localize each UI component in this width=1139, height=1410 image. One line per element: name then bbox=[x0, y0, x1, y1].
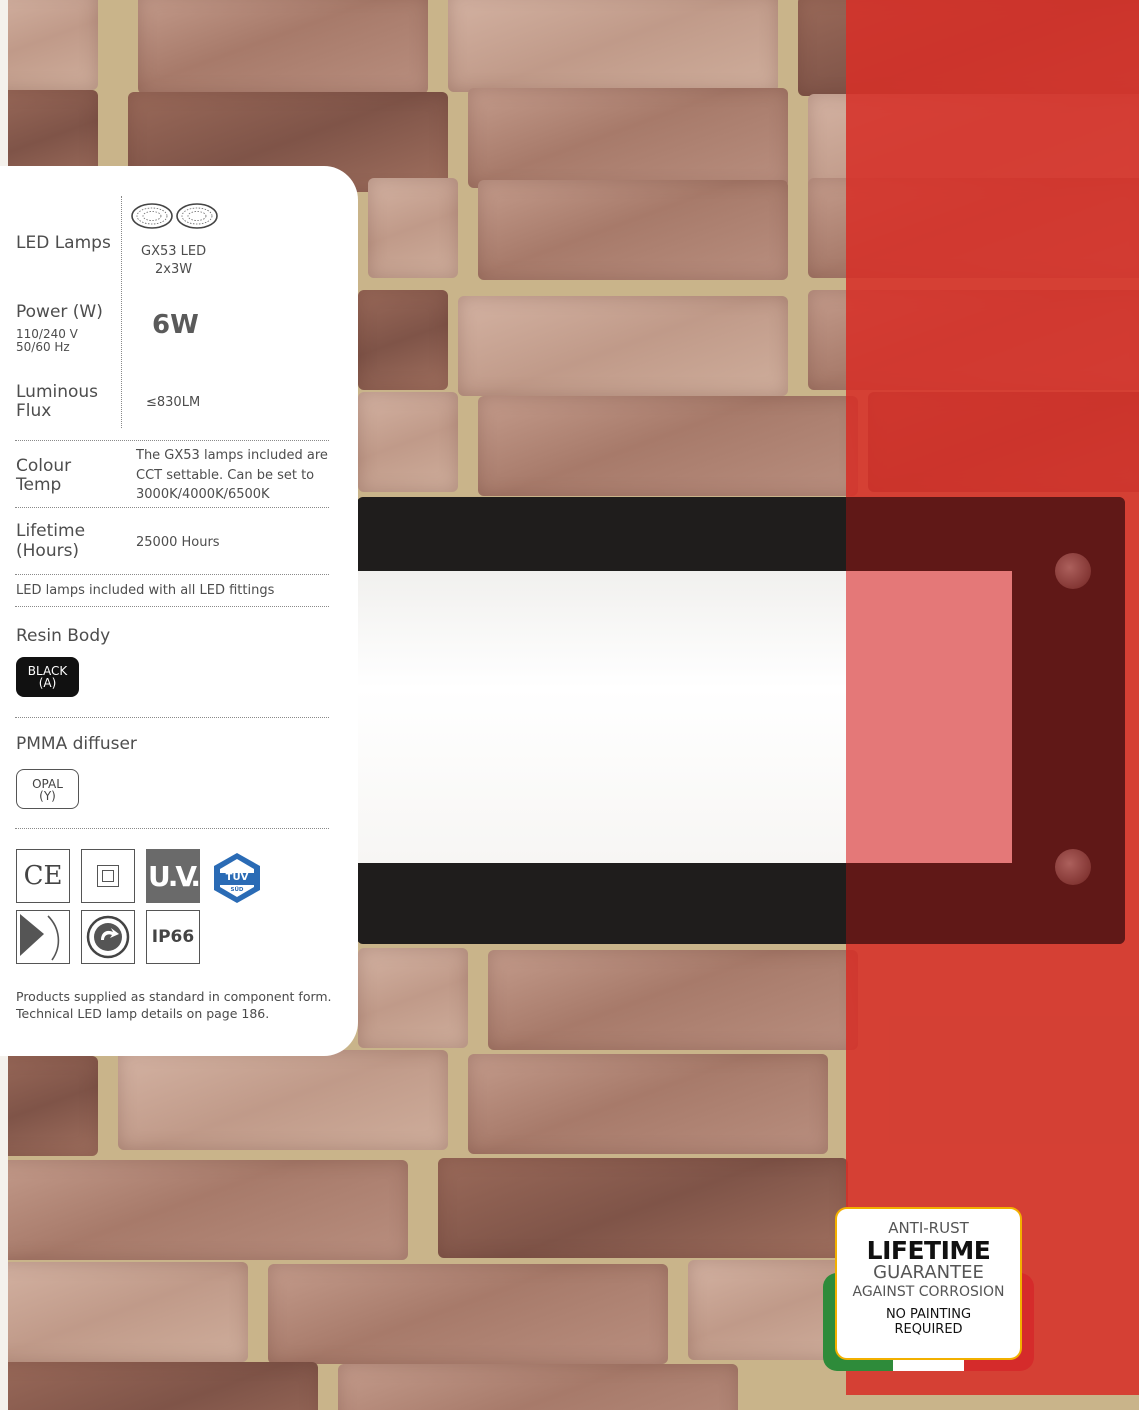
flux-label: Luminous bbox=[16, 382, 99, 402]
power-voltage: 110/240 V bbox=[16, 327, 78, 341]
note-line: Products supplied as standard in compone… bbox=[16, 989, 332, 1004]
divider bbox=[15, 828, 329, 829]
colour-temp-value-2: CCT settable. Can be set to bbox=[136, 468, 315, 483]
class-ii-icon bbox=[81, 849, 135, 903]
colour-temp-value-3: 3000K/4000K/6500K bbox=[136, 487, 270, 502]
divider bbox=[15, 717, 329, 718]
badge-line-3: GUARANTEE bbox=[873, 1262, 984, 1283]
led-lamps-label: LED Lamps bbox=[16, 233, 111, 253]
colour-temp-label: Colour bbox=[16, 456, 72, 476]
badge-line-1: ANTI-RUST bbox=[888, 1219, 969, 1237]
diffuser-red-tint bbox=[846, 571, 1012, 863]
ce-mark-text: CE bbox=[23, 861, 63, 891]
divider bbox=[15, 507, 329, 508]
badge-line-6: REQUIRED bbox=[894, 1322, 963, 1337]
power-value: 6W bbox=[152, 310, 199, 340]
lifetime-label: Lifetime bbox=[16, 521, 86, 541]
sud-text: SÜD bbox=[230, 887, 244, 893]
anti-rust-guarantee-badge: ANTI-RUST LIFETIME GUARANTEE AGAINST COR… bbox=[835, 1207, 1022, 1360]
colour-temp-value-1: The GX53 lamps included are bbox=[136, 448, 328, 463]
divider bbox=[15, 574, 329, 575]
flux-value: ≤830LM bbox=[146, 395, 201, 410]
black-finish-swatch: BLACK (A) bbox=[16, 657, 79, 697]
lifetime-value: 25000 Hours bbox=[136, 535, 220, 550]
note-line: Technical LED lamp details on page 186. bbox=[16, 1006, 270, 1021]
power-frequency: 50/60 Hz bbox=[16, 340, 70, 354]
ip-rating-text: IP66 bbox=[151, 927, 195, 947]
spec-panel: LED Lamps GX53 LED 2x3W Power (W) 110/24… bbox=[0, 166, 358, 1056]
badge-line-2: LIFETIME bbox=[866, 1236, 991, 1265]
resin-body-heading: Resin Body bbox=[16, 626, 111, 646]
lifetime-label-2: (Hours) bbox=[16, 541, 80, 561]
lamp-type: GX53 LED bbox=[141, 244, 207, 259]
lamps-included-note: LED lamps included with all LED fittings bbox=[16, 583, 275, 598]
finish-code: (A) bbox=[38, 676, 57, 690]
product-notes: Products supplied as standard in compone… bbox=[16, 988, 332, 1022]
rotatable-icon bbox=[81, 910, 135, 964]
gx53-lamp-icon bbox=[176, 203, 218, 229]
finish-code: (Y) bbox=[39, 789, 56, 803]
tuv-text: TÜV bbox=[225, 872, 249, 883]
divider bbox=[15, 606, 329, 607]
tuv-icon: TÜV SÜD bbox=[210, 851, 264, 905]
flux-label-2: Flux bbox=[16, 401, 52, 421]
flammable-surface-icon bbox=[16, 910, 70, 964]
uv-icon: U.V. bbox=[146, 849, 201, 903]
pmma-diffuser-heading: PMMA diffuser bbox=[16, 734, 137, 754]
badge-line-4: AGAINST CORROSION bbox=[852, 1284, 1005, 1300]
badge-line-5: NO PAINTING bbox=[885, 1307, 972, 1322]
vertical-divider bbox=[121, 196, 122, 428]
colour-temp-label-2: Temp bbox=[16, 475, 62, 495]
power-label: Power (W) bbox=[16, 302, 103, 322]
gx53-lamp-icon bbox=[131, 203, 173, 229]
uv-mark-text: U.V. bbox=[147, 859, 201, 893]
opal-finish-swatch: OPAL (Y) bbox=[16, 769, 79, 809]
divider bbox=[15, 440, 329, 441]
lamp-wattage: 2x3W bbox=[155, 262, 193, 277]
ce-icon: CE bbox=[16, 849, 70, 903]
ip66-icon: IP66 bbox=[146, 910, 200, 964]
